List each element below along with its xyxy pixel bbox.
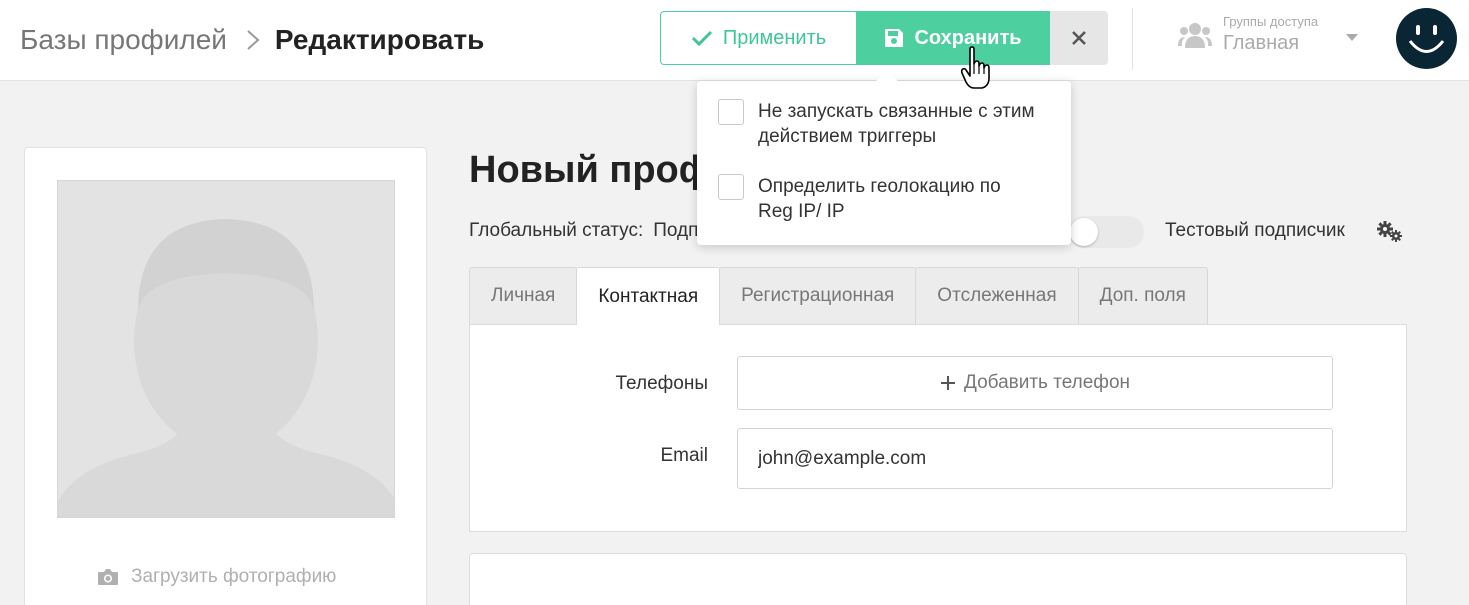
close-button[interactable] [1050,11,1108,65]
person-silhouette-icon [58,181,394,517]
email-field[interactable] [737,428,1333,489]
profile-name-heading: Новый проф [469,149,713,191]
tab-extra-fields[interactable]: Доп. поля [1077,267,1208,324]
test-subscriber-label: Тестовый подписчик [1165,220,1345,241]
caret-down-icon [1346,34,1358,41]
access-group-select[interactable]: Группы доступа Главная [1178,12,1363,62]
tab-personal[interactable]: Личная [469,267,578,324]
option-skip-triggers[interactable]: Не запускать связанные с этим действием … [718,99,1058,149]
chevron-right-icon [247,30,260,50]
access-group-value: Главная [1223,32,1300,54]
header-divider [1132,8,1133,70]
secondary-panel [469,553,1407,605]
access-group-label: Группы доступа [1223,14,1319,29]
skip-triggers-label: Не запускать связанные с этим действием … [758,101,1035,147]
gears-icon[interactable] [1376,220,1404,244]
hand-pointer-cursor-icon [960,46,990,89]
plus-icon [940,376,955,390]
popover-arrow [875,71,899,82]
add-phone-label: Добавить телефон [963,372,1131,393]
apply-button[interactable]: Применить [660,11,857,65]
save-options-dropdown: Не запускать связанные с этим действием … [697,71,1071,245]
tab-contact[interactable]: Контактная [576,267,721,325]
smiley-icon [1408,25,1445,53]
tab-registration[interactable]: Регистрационная [719,267,917,324]
page-title: Редактировать [274,24,485,55]
breadcrumb: Базы профилей Редактировать [20,22,484,58]
user-avatar[interactable] [1396,8,1457,69]
floppy-disk-icon [885,29,904,47]
add-phone-button[interactable]: Добавить телефон [737,356,1333,410]
checkmark-icon [691,30,712,46]
test-subscriber-toggle[interactable] [1068,216,1144,248]
apply-button-label: Применить [722,26,827,49]
close-icon [1072,31,1086,45]
profile-tabs: Личная Контактная Регистрационная Отслеж… [469,267,1208,325]
top-bar: Базы профилей Редактировать Применить Со… [0,0,1469,81]
breadcrumb-root-link[interactable]: Базы профилей [20,22,227,58]
profile-photo-placeholder [57,180,395,518]
tab-tracked[interactable]: Отслеженная [915,267,1079,324]
email-label: Email [660,445,708,466]
photo-card: Загрузить фотографию [24,147,427,605]
global-status-value[interactable]: Подп [653,220,698,242]
option-detect-geolocation[interactable]: Определить геолокацию по Reg IP/ IP [718,174,1018,224]
skip-triggers-checkbox[interactable] [718,99,744,125]
detect-geolocation-checkbox[interactable] [718,174,744,200]
upload-photo-label: Загрузить фотографию [131,566,337,587]
upload-photo-button[interactable]: Загрузить фотографию [97,566,336,588]
save-button[interactable]: Сохранить [856,11,1050,65]
detect-geolocation-label: Определить геолокацию по Reg IP/ IP [758,176,1001,222]
phones-label: Телефоны [615,373,708,394]
users-icon [1178,23,1212,48]
camera-icon [98,569,118,585]
global-status-label: Глобальный статус: [469,220,644,241]
global-status: Глобальный статус: Подп [469,220,698,242]
contact-tab-panel: Телефоны Добавить телефон Email [469,324,1407,532]
toggle-knob [1070,218,1098,246]
